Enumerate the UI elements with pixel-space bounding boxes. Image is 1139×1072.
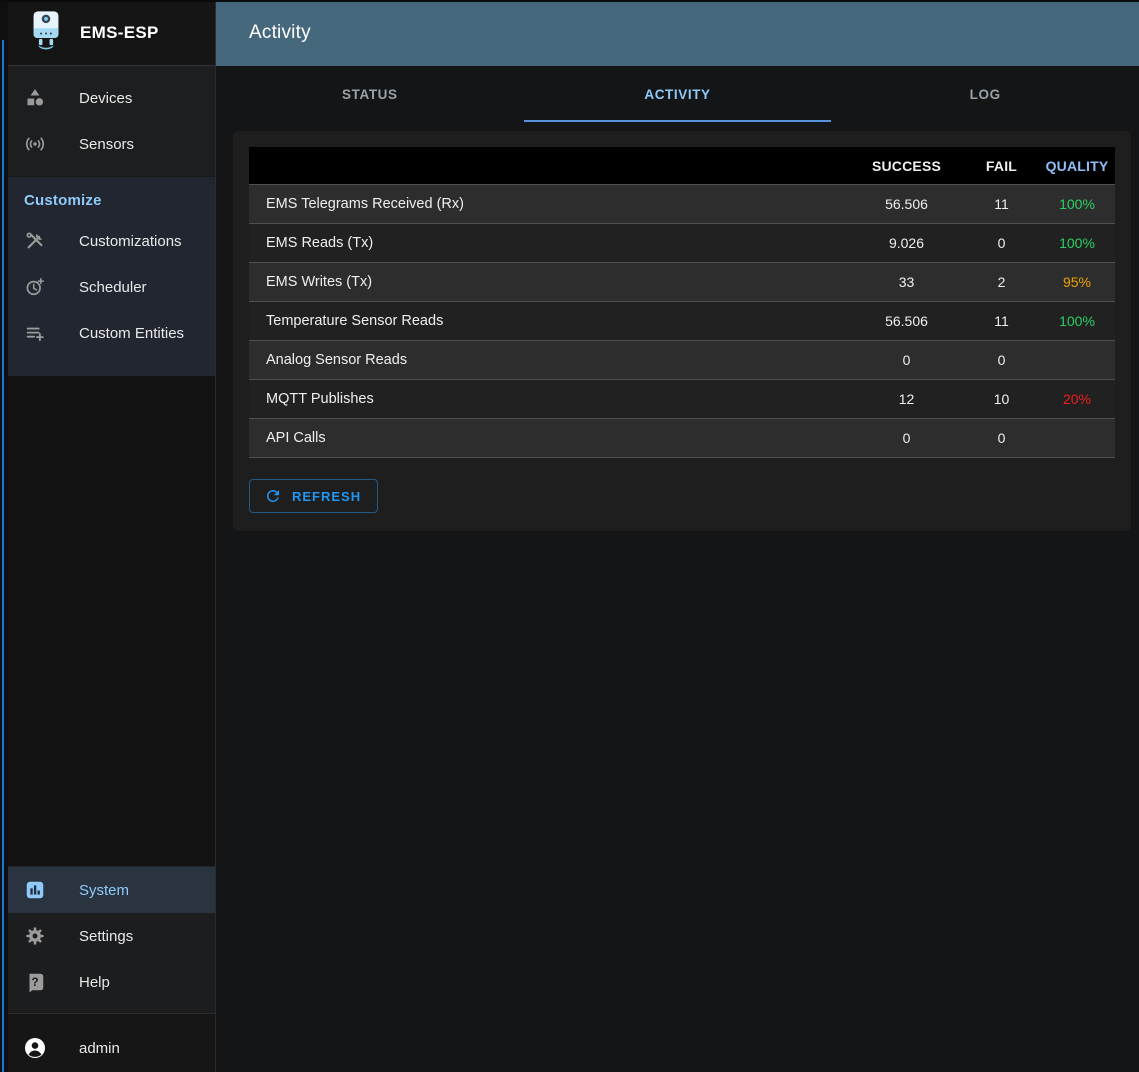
row-fail: 0 (964, 235, 1039, 251)
app-name: EMS-ESP (80, 23, 159, 43)
table-row: MQTT Publishes 12 10 20% (249, 380, 1115, 419)
row-quality: 95% (1039, 274, 1115, 290)
tab-activity[interactable]: ACTIVITY (524, 66, 832, 122)
svg-text:?: ? (31, 975, 38, 989)
sidebar-item-label: Sensors (79, 136, 134, 153)
row-name: API Calls (249, 430, 849, 446)
customize-section-header: Customize (8, 177, 215, 218)
row-quality: 100% (1039, 313, 1115, 329)
table-row: Analog Sensor Reads 0 0 (249, 341, 1115, 380)
sidebar-item-label: Scheduler (79, 279, 147, 296)
analytics-icon (23, 878, 47, 902)
row-fail: 0 (964, 430, 1039, 446)
row-quality: 100% (1039, 196, 1115, 212)
sidebar-customize-group: Customize Customizations (8, 177, 215, 376)
row-name: Analog Sensor Reads (249, 352, 849, 368)
row-name: MQTT Publishes (249, 391, 849, 407)
activity-panel: SUCCESS FAIL QUALITY EMS Telegrams Recei… (233, 131, 1131, 531)
construction-icon (23, 229, 47, 253)
sidebar-item-label: Help (79, 974, 110, 991)
tab-status[interactable]: STATUS (216, 66, 524, 122)
row-fail: 2 (964, 274, 1039, 290)
user-name: admin (79, 1040, 120, 1057)
sidebar-item-sensors[interactable]: Sensors (8, 121, 215, 167)
row-fail: 11 (964, 196, 1039, 212)
left-accent-line (2, 40, 4, 1072)
tab-bar: STATUS ACTIVITY LOG (216, 66, 1139, 122)
row-fail: 0 (964, 352, 1039, 368)
main-area: Activity STATUS ACTIVITY LOG SUCCESS FAI… (216, 0, 1139, 1072)
left-gutter (0, 0, 8, 1072)
sidebar-item-system[interactable]: System (8, 867, 215, 913)
sidebar-item-label: Custom Entities (79, 325, 184, 342)
app-header: EMS-ESP (8, 0, 215, 66)
activity-table: SUCCESS FAIL QUALITY EMS Telegrams Recei… (249, 147, 1115, 458)
refresh-icon (264, 487, 292, 505)
sidebar-main-group: Devices Sensors (8, 66, 215, 177)
row-success: 33 (849, 274, 964, 290)
row-success: 0 (849, 430, 964, 446)
sidebar-bottom-group: System Settings (8, 866, 215, 1013)
gear-icon (23, 924, 47, 948)
app-bar: Activity (216, 0, 1139, 66)
sidebar-item-scheduler[interactable]: Scheduler (8, 264, 215, 310)
row-quality: 100% (1039, 235, 1115, 251)
help-icon: ? (23, 970, 47, 994)
row-success: 9.026 (849, 235, 964, 251)
table-header-row: SUCCESS FAIL QUALITY (249, 147, 1115, 185)
sidebar-spacer (8, 376, 215, 866)
row-name: EMS Reads (Tx) (249, 235, 849, 251)
column-header-quality: QUALITY (1039, 158, 1115, 174)
sensors-icon (23, 132, 47, 156)
sidebar-item-custom-entities[interactable]: Custom Entities (8, 310, 215, 356)
column-header-fail: FAIL (964, 158, 1039, 174)
account-icon (23, 1036, 47, 1060)
refresh-button[interactable]: REFRESH (249, 479, 378, 513)
sidebar-item-devices[interactable]: Devices (8, 75, 215, 121)
table-row: API Calls 0 0 (249, 419, 1115, 458)
sidebar-item-label: Devices (79, 90, 132, 107)
row-name: Temperature Sensor Reads (249, 313, 849, 329)
row-fail: 10 (964, 391, 1039, 407)
row-quality: 20% (1039, 391, 1115, 407)
row-name: EMS Writes (Tx) (249, 274, 849, 290)
sidebar-item-help[interactable]: ? Help (8, 959, 215, 1005)
row-success: 0 (849, 352, 964, 368)
tab-log[interactable]: LOG (831, 66, 1139, 122)
row-success: 56.506 (849, 196, 964, 212)
sidebar-item-customizations[interactable]: Customizations (8, 218, 215, 264)
sidebar-item-label: Customizations (79, 233, 182, 250)
screen-top-edge (0, 0, 1139, 2)
sidebar-item-settings[interactable]: Settings (8, 913, 215, 959)
table-row: EMS Telegrams Received (Rx) 56.506 11 10… (249, 185, 1115, 224)
playlist-add-icon (23, 321, 47, 345)
row-fail: 11 (964, 313, 1039, 329)
table-body: EMS Telegrams Received (Rx) 56.506 11 10… (249, 185, 1115, 458)
sidebar-item-label: Settings (79, 928, 133, 945)
column-header-success: SUCCESS (849, 158, 964, 174)
boiler-logo-icon (30, 9, 62, 56)
page-title: Activity (249, 22, 311, 44)
sidebar-item-label: System (79, 882, 129, 899)
category-icon (23, 86, 47, 110)
sidebar-user-section: admin (8, 1013, 215, 1072)
refresh-button-label: REFRESH (292, 489, 361, 504)
table-row: EMS Reads (Tx) 9.026 0 100% (249, 224, 1115, 263)
row-success: 56.506 (849, 313, 964, 329)
user-menu-admin[interactable]: admin (8, 1025, 215, 1071)
table-row: EMS Writes (Tx) 33 2 95% (249, 263, 1115, 302)
row-name: EMS Telegrams Received (Rx) (249, 196, 849, 212)
more-time-icon (23, 275, 47, 299)
row-success: 12 (849, 391, 964, 407)
table-row: Temperature Sensor Reads 56.506 11 100% (249, 302, 1115, 341)
sidebar: EMS-ESP Devices (8, 0, 216, 1072)
